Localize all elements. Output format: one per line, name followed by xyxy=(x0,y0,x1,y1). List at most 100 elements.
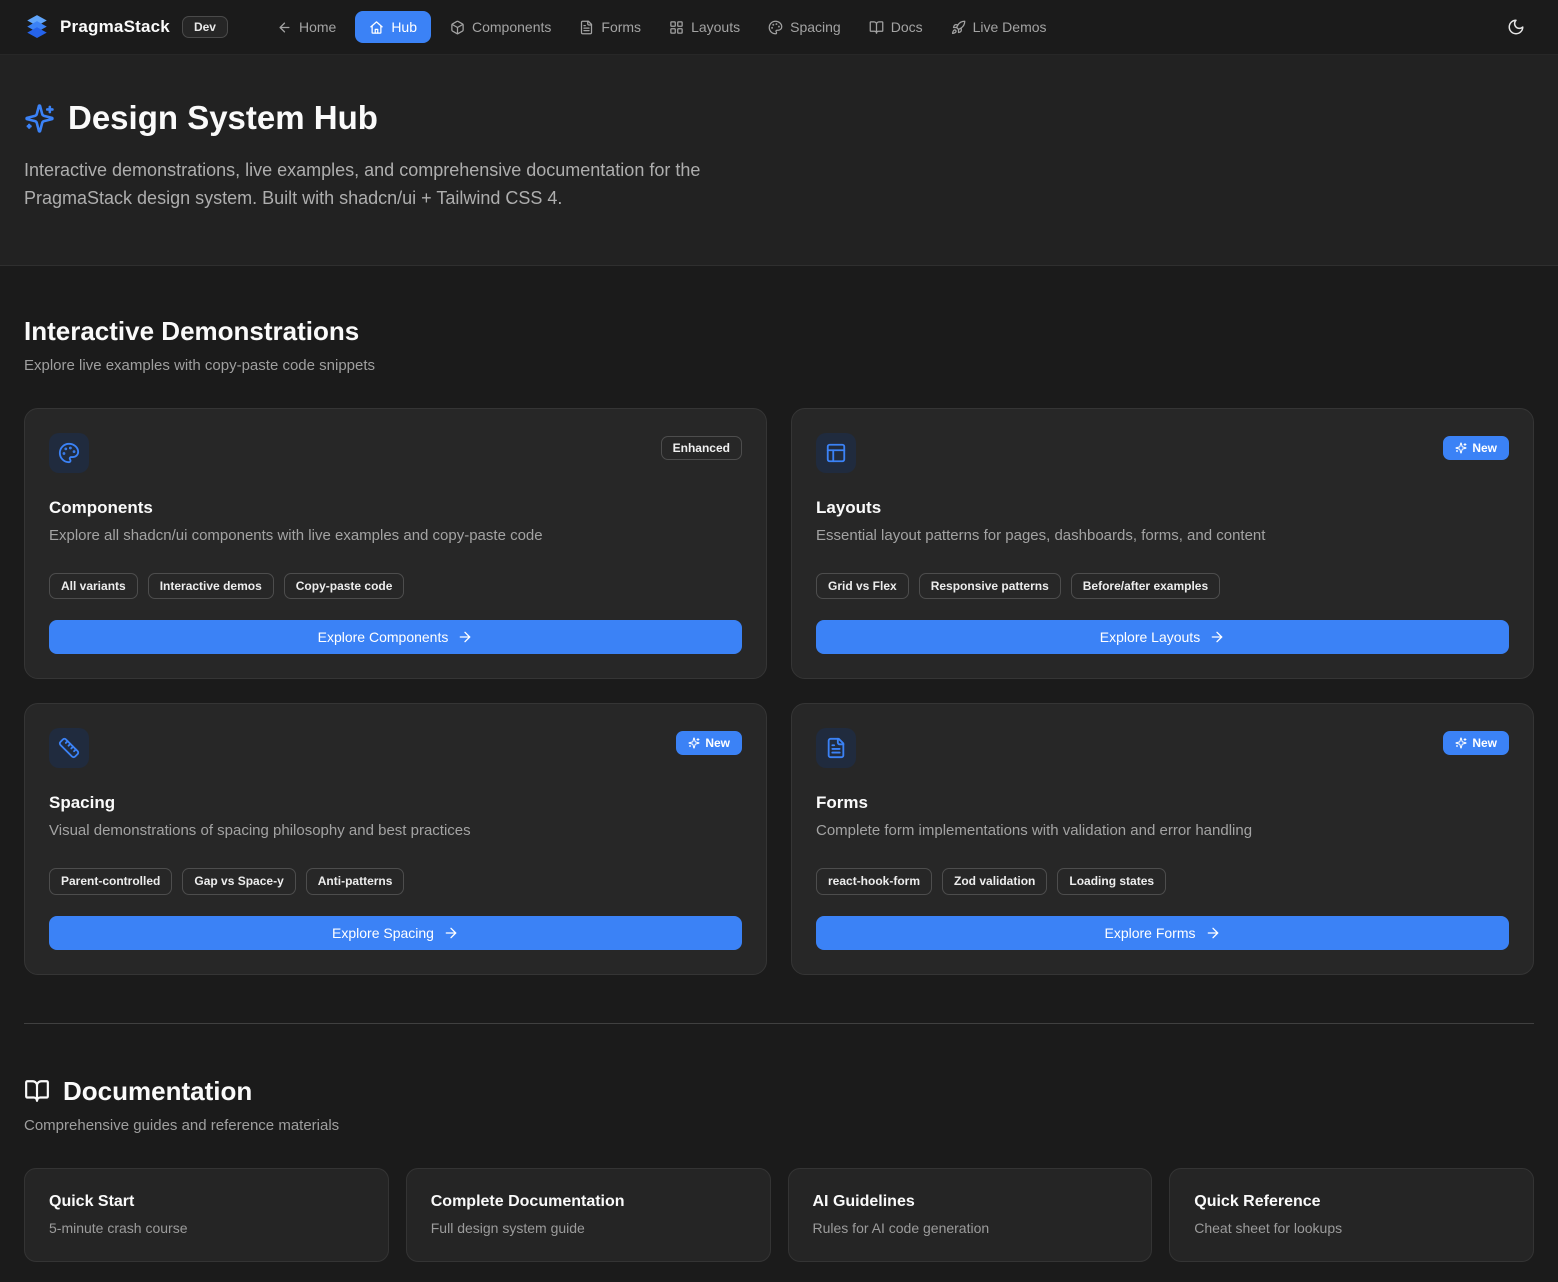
doc-card-complete-documentation[interactable]: Complete Documentation Full design syste… xyxy=(406,1168,771,1262)
nav-item-label: Components xyxy=(472,19,551,35)
explore-spacing-button[interactable]: Explore Spacing xyxy=(49,916,742,950)
explore-layouts-button[interactable]: Explore Layouts xyxy=(816,620,1509,654)
nav-item-label: Forms xyxy=(601,19,641,35)
card-title: Layouts xyxy=(816,498,1509,518)
tag: react-hook-form xyxy=(816,868,932,894)
button-label: Explore Layouts xyxy=(1100,629,1200,645)
arrow-right-icon xyxy=(1205,925,1221,941)
file-text-icon xyxy=(579,20,594,35)
new-badge: New xyxy=(676,731,742,755)
doc-card-grid: Quick Start 5-minute crash course Comple… xyxy=(24,1168,1534,1262)
card-title: Components xyxy=(49,498,742,518)
nav-item-forms[interactable]: Forms xyxy=(570,11,650,43)
demos-section-head: Interactive Demonstrations Explore live … xyxy=(24,316,1534,374)
palette-icon xyxy=(768,20,783,35)
arrow-right-icon xyxy=(443,925,459,941)
tag: Parent-controlled xyxy=(49,868,172,894)
doc-card-ai-guidelines[interactable]: AI Guidelines Rules for AI code generati… xyxy=(788,1168,1153,1262)
tag: Before/after examples xyxy=(1071,573,1220,599)
nav-item-label: Docs xyxy=(891,19,923,35)
card-description: Essential layout patterns for pages, das… xyxy=(816,527,1509,544)
card-icon-box xyxy=(49,728,89,768)
explore-components-button[interactable]: Explore Components xyxy=(49,620,742,654)
demo-card-forms: New Forms Complete form implementations … xyxy=(791,703,1534,974)
demos-heading: Interactive Demonstrations xyxy=(24,316,1534,347)
card-description: Complete form implementations with valid… xyxy=(816,822,1509,839)
house-icon xyxy=(369,20,384,35)
layout-grid-icon xyxy=(669,20,684,35)
book-open-icon xyxy=(869,20,884,35)
button-label: Explore Components xyxy=(318,629,449,645)
card-icon-box xyxy=(816,728,856,768)
doc-card-quick-start[interactable]: Quick Start 5-minute crash course xyxy=(24,1168,389,1262)
arrow-left-icon xyxy=(277,20,292,35)
button-label: Explore Forms xyxy=(1104,925,1195,941)
doc-card-title: Complete Documentation xyxy=(431,1193,746,1211)
tag: Responsive patterns xyxy=(919,573,1061,599)
nav-item-layouts[interactable]: Layouts xyxy=(660,11,749,43)
rocket-icon xyxy=(951,20,966,35)
top-navbar: PragmaStack Dev Home Hub Components Form… xyxy=(0,0,1558,55)
demo-card-components: Enhanced Components Explore all shadcn/u… xyxy=(24,408,767,679)
layers-logo-icon xyxy=(24,14,50,40)
box-icon xyxy=(450,20,465,35)
sparkles-icon xyxy=(24,103,55,134)
card-description: Explore all shadcn/ui components with li… xyxy=(49,527,742,544)
card-icon-box xyxy=(49,433,89,473)
sparkles-icon xyxy=(1455,442,1467,454)
tag: Copy-paste code xyxy=(284,573,405,599)
demos-subheading: Explore live examples with copy-paste co… xyxy=(24,357,1534,374)
doc-card-title: Quick Start xyxy=(49,1193,364,1211)
card-description: Visual demonstrations of spacing philoso… xyxy=(49,822,742,839)
nav-item-live-demos[interactable]: Live Demos xyxy=(942,11,1056,43)
tag: Grid vs Flex xyxy=(816,573,909,599)
nav-item-label: Layouts xyxy=(691,19,740,35)
explore-forms-button[interactable]: Explore Forms xyxy=(816,916,1509,950)
brand[interactable]: PragmaStack xyxy=(24,14,170,40)
doc-card-description: Rules for AI code generation xyxy=(813,1220,1128,1236)
new-badge: New xyxy=(1443,731,1509,755)
env-badge: Dev xyxy=(182,16,228,38)
documentation-heading: Documentation xyxy=(24,1076,1534,1107)
card-title: Forms xyxy=(816,793,1509,813)
theme-toggle-button[interactable] xyxy=(1498,9,1534,45)
nav-item-home[interactable]: Home xyxy=(268,11,345,43)
nav-item-label: Hub xyxy=(391,19,417,35)
demos-section: Interactive Demonstrations Explore live … xyxy=(24,266,1534,975)
palette-icon xyxy=(58,442,80,464)
page-subtitle: Interactive demonstrations, live example… xyxy=(24,157,779,213)
nav-item-hub[interactable]: Hub xyxy=(355,11,431,43)
main-content: Interactive Demonstrations Explore live … xyxy=(0,266,1558,1282)
badge-label: Enhanced xyxy=(673,442,730,454)
page-title-text: Design System Hub xyxy=(68,99,378,137)
tag: Interactive demos xyxy=(148,573,274,599)
hero-section: Design System Hub Interactive demonstrat… xyxy=(0,55,1558,266)
doc-card-description: Full design system guide xyxy=(431,1220,746,1236)
tag: Zod validation xyxy=(942,868,1047,894)
nav-item-docs[interactable]: Docs xyxy=(860,11,932,43)
doc-card-description: Cheat sheet for lookups xyxy=(1194,1220,1509,1236)
tag: All variants xyxy=(49,573,138,599)
nav-item-components[interactable]: Components xyxy=(441,11,560,43)
arrow-right-icon xyxy=(457,629,473,645)
nav-item-spacing[interactable]: Spacing xyxy=(759,11,850,43)
ruler-icon xyxy=(58,737,80,759)
documentation-subheading: Comprehensive guides and reference mater… xyxy=(24,1117,1534,1134)
tag: Anti-patterns xyxy=(306,868,405,894)
doc-card-quick-reference[interactable]: Quick Reference Cheat sheet for lookups xyxy=(1169,1168,1534,1262)
card-title: Spacing xyxy=(49,793,742,813)
nav-item-label: Live Demos xyxy=(973,19,1047,35)
tag: Loading states xyxy=(1057,868,1166,894)
doc-card-description: 5-minute crash course xyxy=(49,1220,364,1236)
panels-top-left-icon xyxy=(825,442,847,464)
badge-label: New xyxy=(705,737,730,749)
sparkles-icon xyxy=(1455,737,1467,749)
nav-item-label: Spacing xyxy=(790,19,841,35)
doc-card-title: Quick Reference xyxy=(1194,1193,1509,1211)
sparkles-icon xyxy=(688,737,700,749)
demo-card-spacing: New Spacing Visual demonstrations of spa… xyxy=(24,703,767,974)
button-label: Explore Spacing xyxy=(332,925,434,941)
badge-label: New xyxy=(1472,442,1497,454)
card-icon-box xyxy=(816,433,856,473)
doc-card-title: AI Guidelines xyxy=(813,1193,1128,1211)
